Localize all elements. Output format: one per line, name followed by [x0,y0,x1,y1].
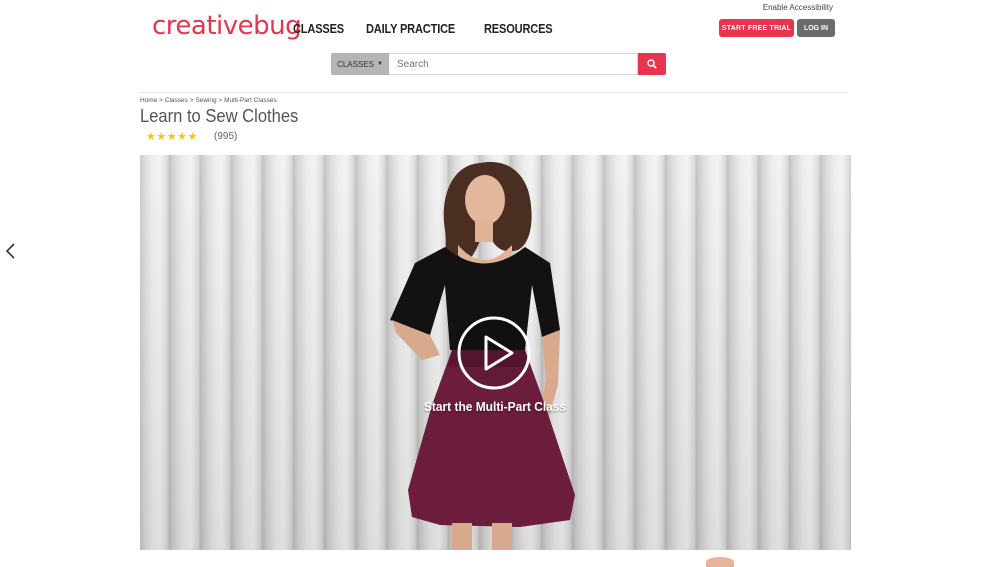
enable-accessibility-link[interactable]: Enable Accessibility [763,3,833,12]
breadcrumb: Home > Classes > Sewing > Multi-Part Cla… [140,97,277,104]
search-category-label: CLASSES [337,59,374,69]
page-title: Learn to Sew Clothes [140,106,299,126]
play-circle-icon [457,316,531,390]
next-thumbnail-peek [706,557,734,567]
nav-item-daily-practice[interactable]: DAILY PRACTICE [366,21,455,36]
play-caption[interactable]: Start the Multi-Part Class [403,399,587,414]
search-category-dropdown[interactable]: CLASSES ▼ [331,53,389,75]
creativebug-logo[interactable]: creativebug [152,11,302,41]
breadcrumb-home[interactable]: Home [140,97,157,104]
search-input[interactable] [389,53,638,75]
search-bar: CLASSES ▼ [331,53,666,75]
header-divider [140,92,848,93]
rating-count: (995) [214,131,238,142]
search-icon [647,59,657,69]
nav-item-classes[interactable]: CLASSES [293,21,344,36]
main-nav: CLASSES DAILY PRACTICE RESOURCES [293,21,564,36]
search-button[interactable] [638,53,666,75]
caret-down-icon: ▼ [376,61,383,67]
log-in-button[interactable]: LOG IN [797,19,835,37]
nav-item-resources[interactable]: RESOURCES [484,21,553,36]
play-button[interactable] [456,315,532,391]
rating-stars: ★★★★★ [146,131,198,143]
breadcrumb-classes[interactable]: Classes [165,97,188,104]
chevron-left-icon [5,243,15,259]
breadcrumb-sewing[interactable]: Sewing [195,97,216,104]
breadcrumb-multi-part-classes[interactable]: Multi-Part Classes [224,97,277,104]
carousel-prev-button[interactable] [4,241,18,261]
start-free-trial-button[interactable]: START FREE TRIAL [719,19,794,37]
